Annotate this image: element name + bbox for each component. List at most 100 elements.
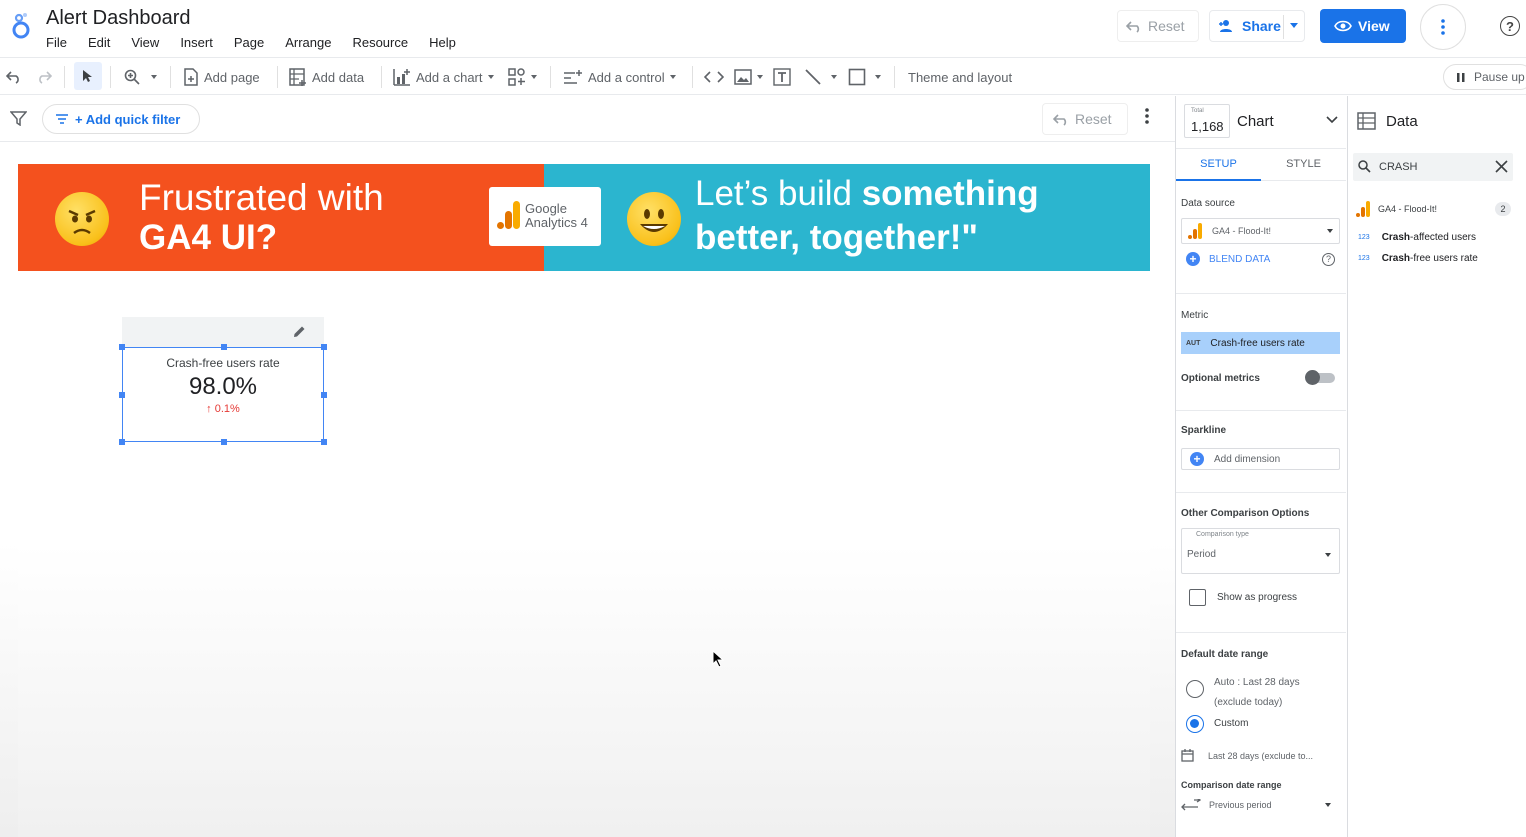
field-label-rest: -free users rate [1410, 253, 1478, 264]
field-label-match: Crash [1381, 253, 1411, 264]
plus-circle-icon: + [1190, 452, 1204, 466]
add-quick-filter-button[interactable]: + Add quick filter [42, 104, 200, 134]
undo-arrow-icon [1126, 21, 1140, 33]
menu-insert[interactable]: Insert [180, 35, 213, 50]
add-control-icon [564, 70, 582, 84]
share-button[interactable]: Share [1209, 10, 1305, 42]
shape-button[interactable] [848, 66, 881, 88]
embed-url-button[interactable] [704, 66, 724, 88]
resize-handle[interactable] [221, 344, 227, 350]
resize-handle[interactable] [321, 439, 327, 445]
metric-chip[interactable]: AUT Crash-free users rate [1181, 332, 1340, 354]
scorecard-title: Crash-free users rate [166, 356, 280, 370]
tab-style[interactable]: STYLE [1261, 149, 1346, 181]
add-data-button[interactable]: Add data [289, 66, 364, 88]
image-button[interactable] [734, 66, 763, 88]
comparison-date-range-select[interactable]: Previous period [1181, 799, 1331, 811]
field-label-match: Crash [1381, 232, 1411, 243]
data-source-row[interactable]: GA4 - Flood-It! 2 [1356, 200, 1511, 218]
resize-handle[interactable] [221, 439, 227, 445]
show-as-progress-checkbox[interactable] [1189, 589, 1206, 606]
menu-file[interactable]: File [46, 35, 67, 50]
undo-button[interactable] [6, 66, 22, 88]
field-item-crash-free-users-rate[interactable]: 123 Crash-free users rate [1358, 253, 1478, 264]
field-search-box[interactable]: CRASH [1353, 153, 1513, 181]
resize-handle[interactable] [119, 439, 125, 445]
pause-updates-button[interactable]: Pause up [1443, 64, 1526, 90]
auto-date-radio[interactable] [1186, 680, 1204, 698]
filter-funnel-icon[interactable] [10, 111, 27, 126]
menu-edit[interactable]: Edit [88, 35, 110, 50]
ga4-logo-line2: Analytics 4 [525, 215, 588, 230]
looker-studio-logo-icon[interactable] [10, 12, 34, 40]
field-label: Crash-affected users [1382, 232, 1476, 243]
text-box-button[interactable] [773, 66, 791, 88]
kebab-menu-icon[interactable] [1145, 108, 1149, 124]
help-icon[interactable]: ? [1322, 253, 1335, 266]
pause-label: Pause up [1474, 70, 1525, 84]
chevron-down-icon[interactable] [1290, 23, 1298, 28]
add-chart-button[interactable]: Add a chart [393, 66, 494, 88]
menu-arrange[interactable]: Arrange [285, 35, 331, 50]
report-canvas[interactable]: Frustrated with GA4 UI? Google Analytics… [0, 142, 1175, 837]
view-button[interactable]: View [1320, 9, 1406, 43]
menu-help[interactable]: Help [429, 35, 456, 50]
banner-image[interactable]: Frustrated with GA4 UI? Google Analytics… [18, 164, 1150, 271]
comparison-type-select[interactable]: Comparison type Period [1181, 528, 1340, 574]
help-icon[interactable]: ? [1500, 16, 1520, 36]
filter-list-icon [56, 114, 68, 124]
redo-button[interactable] [36, 66, 52, 88]
comparison-type-value: Period [1187, 549, 1216, 560]
chart-type-thumbnail[interactable]: Total 1,168 [1184, 104, 1230, 138]
chevron-down-icon[interactable] [1326, 116, 1338, 124]
compare-arrows-icon [1181, 799, 1201, 811]
chevron-down-icon [151, 75, 157, 79]
reset-button[interactable]: Reset [1117, 10, 1199, 42]
section-divider [1176, 410, 1346, 411]
report-title[interactable]: Alert Dashboard [46, 7, 191, 30]
field-search-input[interactable]: CRASH [1379, 161, 1418, 173]
blend-data-button[interactable]: + BLEND DATA [1186, 252, 1270, 266]
data-source-select[interactable]: GA4 - Flood-It! [1181, 218, 1340, 244]
reset-filters-button[interactable]: Reset [1042, 103, 1128, 135]
more-options-button[interactable] [1420, 4, 1466, 50]
line-button[interactable] [804, 66, 837, 88]
close-icon[interactable] [1495, 160, 1508, 173]
chart-type-label[interactable]: Chart [1237, 113, 1274, 130]
select-tool-button[interactable] [74, 62, 102, 90]
smiling-face-icon [627, 192, 681, 246]
resize-handle[interactable] [119, 344, 125, 350]
title-bar: Alert Dashboard File Edit View Insert Pa… [0, 0, 1526, 56]
menu-page[interactable]: Page [234, 35, 264, 50]
add-control-label: Add a control [588, 69, 665, 85]
add-control-button[interactable]: Add a control [563, 66, 676, 88]
show-as-progress-label: Show as progress [1217, 592, 1298, 603]
menu-view[interactable]: View [131, 35, 159, 50]
banner-left-line2: GA4 UI? [139, 218, 278, 257]
community-visualizations-button[interactable] [508, 66, 537, 88]
scorecard-chart[interactable]: Crash-free users rate 98.0% ↑ 0.1% [119, 344, 327, 445]
data-table-icon [1357, 112, 1376, 130]
add-dimension-button[interactable]: + Add dimension [1181, 448, 1340, 470]
resize-handle[interactable] [119, 392, 125, 398]
chevron-down-icon [487, 75, 494, 79]
report-page[interactable]: Frustrated with GA4 UI? Google Analytics… [18, 164, 1150, 837]
theme-layout-button[interactable]: Theme and layout [908, 66, 1012, 88]
custom-date-range-picker[interactable]: Last 28 days (exclude to... [1181, 749, 1341, 762]
field-item-crash-affected-users[interactable]: 123 Crash-affected users [1358, 232, 1476, 243]
custom-date-radio[interactable] [1186, 715, 1204, 733]
optional-metrics-label: Optional metrics [1181, 373, 1260, 384]
section-divider [1176, 293, 1346, 294]
add-page-button[interactable]: Add page [183, 66, 260, 88]
auto-date-line2: (exclude today) [1214, 697, 1283, 708]
optional-metrics-toggle[interactable] [1305, 370, 1335, 385]
analytics-bars-icon [1188, 223, 1202, 239]
ga4-logo-line1: Google [525, 201, 567, 216]
resize-handle[interactable] [321, 344, 327, 350]
tab-setup[interactable]: SETUP [1176, 149, 1261, 181]
pencil-edit-icon[interactable] [292, 324, 307, 339]
menu-resource[interactable]: Resource [352, 35, 408, 50]
resize-handle[interactable] [321, 392, 327, 398]
add-person-icon [1219, 20, 1232, 32]
zoom-button[interactable] [124, 66, 157, 88]
